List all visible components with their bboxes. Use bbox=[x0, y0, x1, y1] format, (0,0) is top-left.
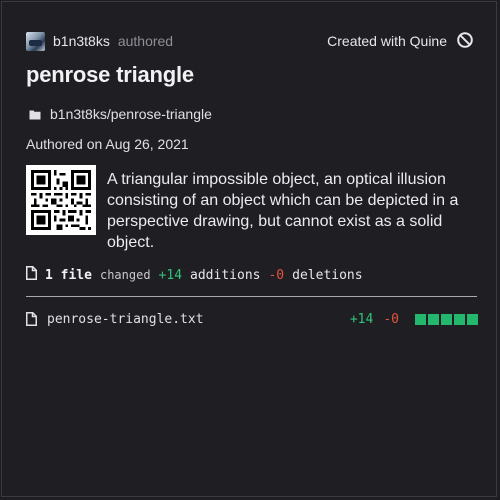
file-row[interactable]: penrose-triangle.txt +14 -0 bbox=[26, 309, 478, 329]
author-action: authored bbox=[117, 33, 174, 49]
qr-code-icon bbox=[26, 165, 96, 235]
authored-date: Authored on Aug 26, 2021 bbox=[26, 136, 189, 152]
author-info[interactable]: b1n3t8ks authored bbox=[26, 31, 174, 51]
author-name[interactable]: b1n3t8ks bbox=[53, 33, 110, 49]
folder-icon bbox=[29, 109, 41, 120]
change-block bbox=[454, 313, 465, 325]
repo-link[interactable]: b1n3t8ks/penrose-triangle bbox=[29, 106, 212, 122]
change-block bbox=[415, 313, 426, 325]
changed-label: changed bbox=[99, 268, 151, 282]
file-additions: +14 bbox=[349, 311, 374, 327]
avatar[interactable] bbox=[26, 31, 45, 51]
file-name[interactable]: penrose-triangle.txt bbox=[47, 312, 204, 327]
card-header: b1n3t8ks authored Created with Quine bbox=[26, 30, 474, 52]
additions-label: additions bbox=[190, 267, 261, 283]
deletions-count: -0 bbox=[268, 267, 285, 283]
quine-logo-icon bbox=[456, 31, 474, 52]
file-icon bbox=[26, 312, 37, 326]
change-block bbox=[441, 313, 452, 325]
file-icon bbox=[26, 266, 37, 284]
quine-brand-link[interactable]: Created with Quine bbox=[327, 31, 474, 52]
change-bar bbox=[415, 313, 478, 325]
brand-label: Created with Quine bbox=[327, 33, 447, 49]
diff-stats: 1 file changed +14 additions -0 deletion… bbox=[26, 265, 363, 285]
repo-path[interactable]: b1n3t8ks/penrose-triangle bbox=[50, 106, 212, 122]
commit-card: b1n3t8ks authored Created with Quine pen… bbox=[1, 1, 497, 497]
files-count: 1 file bbox=[45, 267, 92, 283]
additions-count: +14 bbox=[158, 267, 183, 283]
file-deletions: -0 bbox=[383, 311, 399, 327]
change-block bbox=[428, 313, 439, 325]
description: A triangular impossible object, an optic… bbox=[107, 171, 459, 251]
page-title: penrose triangle bbox=[26, 62, 194, 87]
change-block bbox=[467, 313, 478, 325]
divider bbox=[26, 296, 477, 297]
deletions-label: deletions bbox=[292, 267, 363, 283]
